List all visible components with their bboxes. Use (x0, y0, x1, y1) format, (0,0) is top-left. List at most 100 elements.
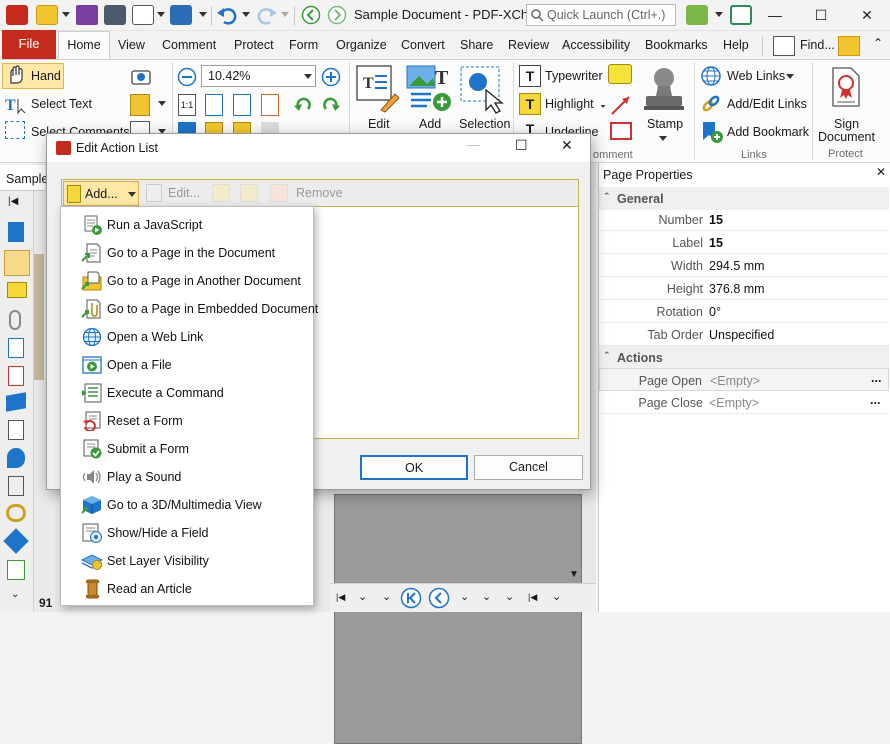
fit-width-icon[interactable] (233, 94, 251, 116)
rotate-right-icon[interactable] (320, 95, 342, 115)
links-panel-icon[interactable] (6, 504, 26, 522)
select-comments-icon[interactable] (5, 121, 25, 139)
attachments-panel-icon[interactable] (9, 310, 21, 330)
stamp-button[interactable]: Stamp (647, 117, 683, 131)
add-action-button[interactable]: Add... (63, 181, 139, 206)
comments-panel-icon[interactable] (7, 282, 27, 298)
highlight-icon[interactable]: T (519, 93, 541, 115)
folder-search-icon[interactable] (838, 36, 860, 56)
property-value[interactable]: 376.8 mm (709, 282, 765, 296)
menu-item-reset-form[interactable]: Reset a Form (61, 407, 313, 435)
open-dropdown-icon[interactable] (62, 12, 70, 17)
structure-panel-icon[interactable] (8, 476, 24, 496)
nav-last-small-icon[interactable]: |◀ (528, 592, 537, 603)
pages-panel-icon[interactable] (4, 250, 30, 276)
menu-item-go-to-3d-view[interactable]: Go to a 3D/Multimedia View (61, 491, 313, 519)
menu-item-show-hide-field[interactable]: Show/Hide a Field (61, 519, 313, 547)
save-icon[interactable] (76, 5, 98, 25)
web-links-icon[interactable] (700, 65, 722, 87)
zoom-out-icon[interactable] (177, 67, 197, 87)
tab-view[interactable]: View (118, 38, 145, 52)
undo-dropdown-icon[interactable] (242, 12, 250, 17)
tab-accessibility[interactable]: Accessibility (562, 38, 630, 52)
general-collapse-icon[interactable]: ⌃ (603, 191, 611, 202)
find-icon[interactable] (773, 36, 795, 56)
add-edit-links-icon[interactable] (700, 93, 722, 115)
tab-comment[interactable]: Comment (162, 38, 216, 52)
page-close-row[interactable]: Page Close <Empty> ... (599, 391, 889, 414)
more-panels-icon[interactable]: ⌄ (11, 589, 19, 600)
property-value[interactable]: <Empty> (709, 396, 759, 410)
email-icon[interactable] (132, 5, 154, 25)
select-text-label[interactable]: Select Text (31, 97, 92, 111)
add-content-icon[interactable]: T (405, 64, 455, 114)
dialog-close-button[interactable]: ✕ (561, 137, 573, 154)
highlight-button[interactable]: Highlight (545, 97, 594, 111)
page-open-ellipsis-button[interactable]: ... (871, 371, 881, 385)
previous-page-icon[interactable] (428, 587, 450, 609)
edit-text-icon[interactable]: T (355, 64, 401, 114)
content-panel-icon[interactable] (8, 420, 24, 440)
clipboard-dropdown-icon[interactable] (158, 101, 166, 106)
minimize-button[interactable]: — (752, 0, 798, 31)
selection-button[interactable]: Selection (459, 117, 510, 131)
tab-review[interactable]: Review (508, 38, 549, 52)
scan-dropdown-icon[interactable] (199, 12, 207, 17)
web-links-dropdown-icon[interactable] (786, 74, 794, 79)
sign-label-1[interactable]: Sign (834, 117, 859, 131)
vertical-scrollbar[interactable] (582, 489, 596, 589)
print-icon[interactable] (104, 5, 126, 25)
undo-icon[interactable] (216, 5, 240, 25)
tab-convert[interactable]: Convert (401, 38, 445, 52)
quick-launch-input[interactable]: Quick Launch (Ctrl+.) (526, 4, 676, 26)
collapse-ribbon-icon[interactable]: ⌃ (873, 36, 883, 50)
add-bookmark-icon[interactable] (700, 120, 724, 144)
nav-down2-icon[interactable]: ⌄ (382, 590, 391, 603)
nav-down-icon[interactable]: ⌄ (358, 590, 367, 603)
typewriter-button[interactable]: Typewriter (545, 69, 603, 83)
maximize-button[interactable]: ☐ (798, 0, 844, 31)
actions-section[interactable]: ⌃ Actions (599, 346, 889, 369)
page-open-row[interactable]: Page Open <Empty> ... (599, 368, 889, 391)
property-value[interactable]: <Empty> (710, 374, 760, 388)
tab-bookmarks[interactable]: Bookmarks (645, 38, 708, 52)
menu-item-open-web-link[interactable]: Open a Web Link (61, 323, 313, 351)
tab-home[interactable]: Home (58, 31, 110, 60)
close-window-button[interactable]: ✕ (844, 0, 890, 31)
edit-button[interactable]: Edit (368, 117, 390, 131)
find-button[interactable]: Find... (800, 38, 835, 52)
tab-form[interactable]: Form (289, 38, 318, 52)
stamp-dropdown-icon[interactable] (659, 136, 667, 141)
tab-organize[interactable]: Organize (336, 38, 387, 52)
menu-item-open-file[interactable]: Open a File (61, 351, 313, 379)
scroll-down-icon[interactable]: ▼ (569, 569, 579, 580)
back-icon[interactable] (301, 5, 321, 25)
add-button[interactable]: Add (419, 117, 441, 131)
document-panel-icon[interactable] (8, 338, 24, 358)
add-edit-links-button[interactable]: Add/Edit Links (727, 97, 807, 111)
ok-button[interactable]: OK (360, 455, 468, 480)
add-bookmark-button[interactable]: Add Bookmark (727, 125, 809, 139)
rotate-left-icon[interactable] (292, 95, 314, 115)
dialog-maximize-button[interactable]: ☐ (515, 137, 528, 154)
zoom-in-icon[interactable] (321, 67, 341, 87)
open-folder-icon[interactable] (36, 5, 58, 25)
first-page-icon[interactable] (400, 587, 422, 609)
forward-icon[interactable] (327, 5, 347, 25)
typewriter-icon[interactable]: T (519, 65, 541, 87)
collapse-left-icon[interactable]: |◀ (8, 196, 18, 207)
articles-panel-icon[interactable] (7, 560, 25, 580)
nav-up3-icon[interactable]: ⌄ (505, 590, 514, 603)
destinations-panel-icon[interactable] (7, 448, 25, 468)
zoom-level-select[interactable]: 10.42% (201, 65, 316, 87)
menu-item-read-article[interactable]: Read an Article (61, 575, 313, 603)
sticky-note-icon[interactable] (608, 64, 632, 84)
select-text-icon[interactable]: T (4, 93, 28, 115)
property-value[interactable]: 294.5 mm (709, 259, 765, 273)
fullscreen-icon[interactable] (730, 5, 752, 25)
sign-document-icon[interactable] (829, 66, 863, 110)
rectangle-tool-icon[interactable] (610, 122, 632, 140)
scan-icon[interactable] (170, 5, 192, 25)
arrow-tool-icon[interactable] (609, 93, 633, 117)
selection-icon[interactable] (458, 64, 508, 114)
